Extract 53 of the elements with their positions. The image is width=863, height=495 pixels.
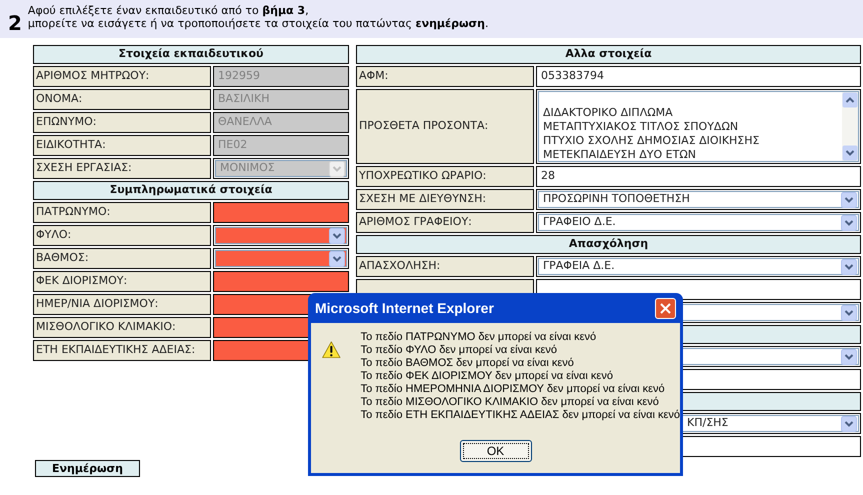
step-number: 2 xyxy=(8,10,22,37)
dropdown-field[interactable] xyxy=(213,225,349,246)
intro-text: Αφού επιλέξετε έναν εκπαιδευτικό από το βήμα 3, xyxy=(28,4,310,17)
error-message: Το πεδίο ΗΜΕΡΟΜΗΝΙΑ ΔΙΟΡΙΣΜΟΥ δεν μπορεί να είναι κενό xyxy=(360,383,666,396)
list-item[interactable]: ΜΕΤΑΠΤΥΧΙΑΚΟΣ ΤΙΤΛΟΣ ΣΠΟΥΔΩΝ xyxy=(543,120,842,134)
input-field[interactable] xyxy=(213,271,349,292)
field-label: ΥΠΟΧΡΕΩΤΙΚΟ ΩΡΑΡΙΟ: xyxy=(356,166,534,187)
error-message: Το πεδίο ΒΑΘΜΟΣ δεν μπορεί να είναι κενό xyxy=(360,357,575,370)
intro-text: μπορείτε να εισάγετε ή να τροποποιήσετε τα στοιχεία του πατώντας ενημέρωση. xyxy=(28,17,488,30)
field-label: ΣΧΕΣΗ ΕΡΓΑΣΙΑΣ: xyxy=(33,158,211,179)
update-button[interactable]: Ενημέρωση xyxy=(35,460,140,477)
dropdown-field[interactable]: ΠΡΟΣΩΡΙΝΗ ΤΟΠΟΘΕΤΗΣΗ xyxy=(536,189,861,210)
section-header: Συμπληρωματικά στοιχεία xyxy=(33,181,349,200)
section-header: Στοιχεία εκπαιδευτικού xyxy=(33,45,349,64)
field-label: ΕΠΩΝΥΜΟ: xyxy=(33,112,211,133)
field-label: ΑΦΜ: xyxy=(356,66,534,87)
error-message: Το πεδίο ΦΥΛΟ δεν μπορεί να είναι κενό xyxy=(360,344,558,357)
section-header: Απασχόληση xyxy=(356,235,861,254)
list-item[interactable]: ΔΙΔΑΚΤΟΡΙΚΟ ΔΙΠΛΩΜΑ xyxy=(543,106,842,120)
field-label: ΒΑΘΜΟΣ: xyxy=(33,248,211,269)
dropdown-field[interactable]: ΓΡΑΦΕΙΟ Δ.Ε. xyxy=(536,212,861,233)
field-label: ΣΧΕΣΗ ΜΕ ΔΙΕΥΘΥΝΣΗ: xyxy=(356,189,534,210)
input-field[interactable]: 053383794 xyxy=(536,66,861,87)
error-message: Το πεδίο ΜΙΣΘΟΛΟΓΙΚΟ ΚΛΙΜΑΚΙΟ δεν μπορεί να είναι κενό xyxy=(360,396,660,409)
field-label: ΟΝΟΜΑ: xyxy=(33,89,211,110)
field-label: ΦΥΛΟ: xyxy=(33,225,211,246)
field-label: ΑΡΙΘΜΟΣ ΓΡΑΦΕΙΟΥ: xyxy=(356,212,534,233)
dropdown-field[interactable]: ΓΡΑΦΕΙΑ Δ.Ε. xyxy=(536,256,861,277)
scroll-up-icon[interactable] xyxy=(842,92,858,108)
field-label: ΕΤΗ ΕΚΠΑΙΔΕΥΤΙΚΗΣ ΑΔΕΙΑΣ: xyxy=(33,340,211,361)
field-label: ΠΑΤΡΩΝΥΜΟ: xyxy=(33,202,211,223)
error-message: Το πεδίο ΠΑΤΡΩΝΥΜΟ δεν μπορεί να είναι κενό xyxy=(360,331,598,344)
field-label: ΠΡΟΣΘΕΤΑ ΠΡΟΣΟΝΤΑ: xyxy=(356,89,534,164)
dialog-title: Microsoft Internet Explorer xyxy=(315,298,494,318)
ok-button[interactable]: OK xyxy=(460,440,532,462)
field-label: ΗΜΕΡ/ΝΙΑ ΔΙΟΡΙΣΜΟΥ: xyxy=(33,294,211,315)
close-icon xyxy=(660,302,671,314)
input-field[interactable] xyxy=(213,202,349,223)
field-label: ΕΙΔΙΚΟΤΗΤΑ: xyxy=(33,135,211,156)
scrollbar[interactable] xyxy=(842,92,858,161)
input-field[interactable]: 28 xyxy=(536,166,861,187)
scroll-down-icon[interactable] xyxy=(842,145,858,161)
list-box[interactable]: ΔΙΔΑΚΤΟΡΙΚΟ ΔΙΠΛΩΜΑ ΜΕΤΑΠΤΥΧΙΑΚΟΣ ΤΙΤΛΟΣ ΣΠΟΥΔΩΝ ΠΤΥΧΙΟ ΣΧΟΛΗΣ ΔΗΜΟΣΙΑΣ ΔΙΟΙΚΗΣΗΣ ΜΕΤΕΚΠΑΙΔΕΥΣΗ ΔΥΟ ΕΤΩΝ xyxy=(536,89,861,164)
field-label: ΑΡΙΘΜΟΣ ΜΗΤΡΩΟΥ: xyxy=(33,66,211,87)
list-item[interactable]: ΠΤΥΧΙΟ ΣΧΟΛΗΣ ΔΗΜΟΣΙΑΣ ΔΙΟΙΚΗΣΗΣ xyxy=(543,134,842,148)
list-item[interactable]: ΜΕΤΕΚΠΑΙΔΕΥΣΗ ΔΥΟ ΕΤΩΝ xyxy=(543,148,842,162)
field-label: ΜΙΣΘΟΛΟΓΙΚΟ ΚΛΙΜΑΚΙΟ: xyxy=(33,317,211,338)
section-header: Αλλα στοιχεία xyxy=(356,45,861,64)
dropdown-field[interactable] xyxy=(213,248,349,269)
error-message: Το πεδίο ΦΕΚ ΔΙΟΡΙΣΜΟΥ δεν μπορεί να είναι κενό xyxy=(360,370,614,383)
field-label: ΦΕΚ ΔΙΟΡΙΣΜΟΥ: xyxy=(33,271,211,292)
close-button[interactable] xyxy=(655,298,676,318)
field-label: ΑΠΑΣΧΟΛΗΣΗ: xyxy=(356,256,534,277)
